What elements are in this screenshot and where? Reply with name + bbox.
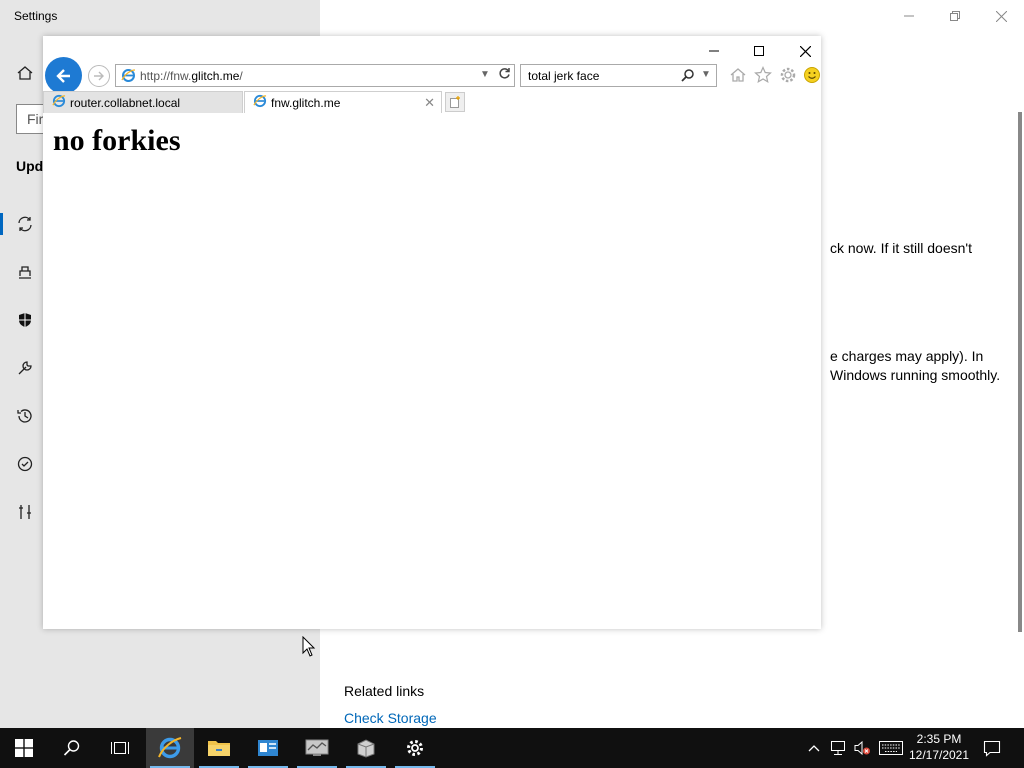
address-url-suffix: / (239, 69, 243, 83)
new-tab-button[interactable] (445, 92, 465, 112)
taskbar-file-explorer[interactable] (195, 728, 243, 768)
settings-minimize-button[interactable] (886, 4, 932, 28)
page-heading: no forkies (53, 124, 181, 157)
taskbar-server-app[interactable] (342, 728, 390, 768)
refresh-icon[interactable] (496, 67, 512, 83)
network-monitor-icon (305, 739, 329, 756)
windows-update-icon[interactable] (14, 213, 36, 235)
ie-close-button[interactable] (785, 40, 825, 62)
ie-toolbar: http://fnw.glitch.me/ ▼ total jerk face … (43, 36, 821, 114)
search-box[interactable]: total jerk face ▼ (520, 64, 717, 87)
for-developers-icon[interactable] (14, 501, 36, 523)
favorites-star-icon[interactable] (753, 65, 773, 85)
settings-section-heading: Upd (16, 158, 44, 174)
home-icon[interactable] (14, 62, 36, 84)
active-nav-indicator (0, 213, 3, 235)
settings-scrollbar[interactable] (1018, 112, 1022, 632)
chevron-down-icon[interactable]: ▼ (480, 69, 490, 80)
volume-muted-icon[interactable] (852, 738, 872, 758)
chevron-down-icon[interactable]: ▼ (701, 69, 711, 80)
start-button[interactable] (0, 728, 48, 768)
taskbar: 2:35 PM 12/17/2021 (0, 728, 1024, 768)
ie-minimize-button[interactable] (694, 40, 734, 62)
clock-date: 12/17/2021 (908, 748, 970, 762)
ie-page-icon (52, 94, 66, 111)
search-input[interactable]: total jerk face (528, 69, 599, 83)
windows-security-icon[interactable] (14, 309, 36, 331)
action-center-icon[interactable] (982, 738, 1002, 758)
settings-body-text: ck now. If it still doesn't (830, 240, 972, 256)
tab-label: fnw.glitch.me (271, 95, 341, 110)
close-tab-icon[interactable]: ✕ (424, 95, 435, 111)
address-url-prefix: http://fnw. (140, 69, 192, 83)
settings-title: Settings (14, 9, 58, 23)
recovery-icon[interactable] (14, 405, 36, 427)
mouse-cursor-icon (302, 635, 316, 661)
taskbar-server-manager[interactable] (244, 728, 292, 768)
tab-router-collabnet[interactable]: router.collabnet.local (43, 91, 243, 113)
related-links-heading: Related links (344, 683, 425, 699)
windows-logo-icon (15, 739, 33, 757)
arrow-left-icon (55, 68, 70, 83)
check-storage-link[interactable]: Check Storage (344, 710, 437, 726)
ie-page-icon (121, 68, 136, 86)
home-icon[interactable] (728, 65, 748, 85)
search-button[interactable] (48, 728, 96, 768)
address-url-domain: glitch.me (191, 69, 240, 83)
gear-icon (407, 740, 423, 756)
address-url: http://fnw.glitch.me/ (140, 69, 243, 83)
settings-restore-button[interactable] (932, 4, 978, 28)
task-view-button[interactable] (96, 728, 144, 768)
troubleshoot-icon[interactable] (14, 357, 36, 379)
settings-close-button[interactable] (978, 4, 1024, 28)
taskbar-settings[interactable] (391, 728, 439, 768)
task-view-icon (111, 742, 129, 754)
activation-icon[interactable] (14, 453, 36, 475)
address-bar[interactable]: http://fnw.glitch.me/ ▼ (115, 64, 515, 87)
keyboard-icon[interactable] (878, 738, 904, 758)
network-icon[interactable] (828, 738, 848, 758)
ie-maximize-button[interactable] (739, 40, 779, 62)
settings-body-text: e charges may apply). In (830, 348, 984, 364)
taskbar-network-app[interactable] (293, 728, 341, 768)
server-rack-icon (357, 739, 375, 758)
arrow-right-icon (94, 71, 104, 81)
search-icon (63, 740, 80, 756)
tab-label: router.collabnet.local (70, 95, 181, 110)
settings-body-text: Windows running smoothly. (830, 367, 1001, 383)
taskbar-internet-explorer[interactable] (146, 728, 194, 768)
gear-icon[interactable] (778, 65, 798, 85)
taskbar-clock[interactable]: 2:35 PM 12/17/2021 (906, 731, 972, 763)
smiley-feedback-icon[interactable] (802, 65, 822, 85)
internet-explorer-icon (158, 737, 182, 759)
ie-page-content: no forkies (43, 114, 821, 629)
ie-window: http://fnw.glitch.me/ ▼ total jerk face … (43, 36, 821, 629)
clock-time: 2:35 PM (916, 732, 962, 746)
ie-page-icon (253, 94, 267, 111)
show-hidden-icons-chevron-icon[interactable] (804, 738, 824, 758)
ie-tab-strip: router.collabnet.local fnw.glitch.me ✕ (43, 91, 821, 113)
folder-icon (208, 741, 230, 756)
tab-fnw-glitch[interactable]: fnw.glitch.me ✕ (244, 91, 442, 113)
forward-button[interactable] (88, 65, 110, 87)
delivery-optimization-icon[interactable] (14, 261, 36, 283)
new-tab-icon (450, 96, 460, 108)
server-manager-icon (258, 740, 278, 756)
back-button[interactable] (45, 57, 82, 94)
search-icon[interactable] (681, 68, 695, 85)
